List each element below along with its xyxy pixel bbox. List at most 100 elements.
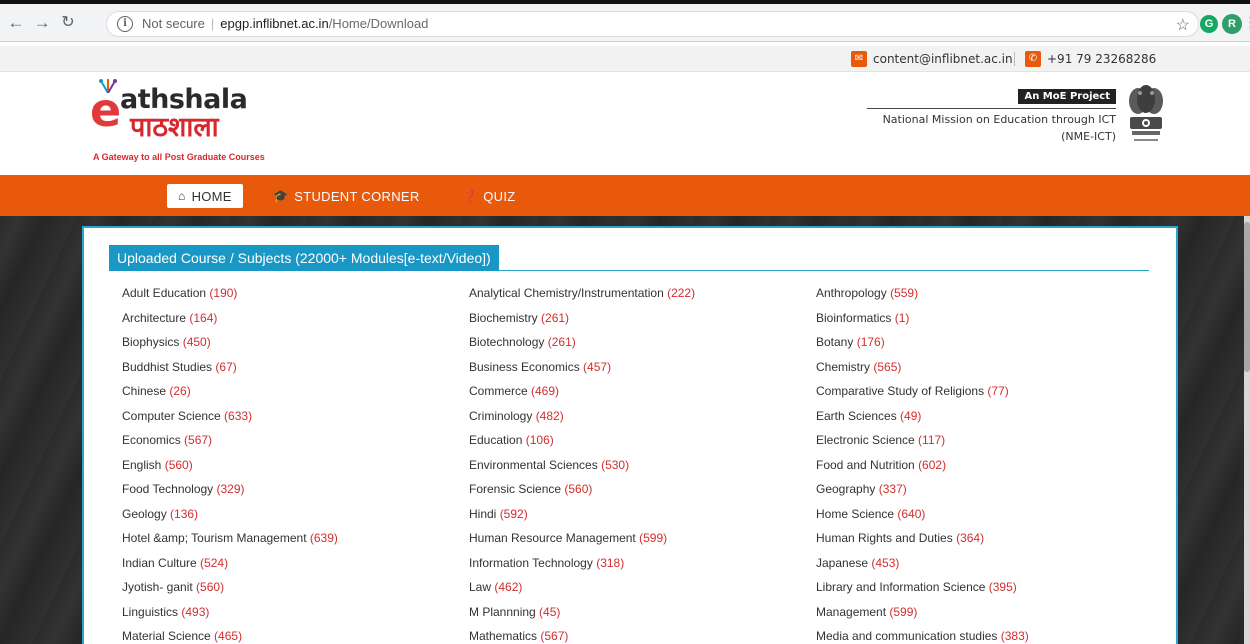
subject-count: (49) xyxy=(900,408,922,423)
subject-link[interactable]: Buddhist Studies (67) xyxy=(122,360,237,374)
subject-name: Environmental Sciences xyxy=(469,457,602,472)
subject-name: Botany xyxy=(816,335,857,349)
subject-link[interactable]: Earth Sciences (49) xyxy=(816,409,921,423)
subject-link[interactable]: Chemistry (565) xyxy=(816,360,901,374)
subject-link[interactable]: Comparative Study of Religions (77) xyxy=(816,384,1009,398)
subject-link[interactable]: Food Technology (329) xyxy=(122,482,245,496)
address-bar[interactable]: i Not secure | epgp.inflibnet.ac.in/Home/D… xyxy=(106,11,1199,37)
subject-link[interactable]: Jyotish- ganit (560) xyxy=(122,580,224,594)
subject-link[interactable]: Anthropology (559) xyxy=(816,286,918,300)
subject-name: Home Science xyxy=(816,506,898,521)
subject-link[interactable]: Education (106) xyxy=(469,433,554,447)
subject-link[interactable]: Mathematics (567) xyxy=(469,629,568,643)
subject-row: Biophysics (450) Biotechnology (261) Botan… xyxy=(122,335,1162,359)
subject-count: (639) xyxy=(309,531,338,545)
subjects-panel: Uploaded Course / Subjects (22000+ Modul… xyxy=(82,226,1178,644)
subject-link[interactable]: Human Rights and Duties (364) xyxy=(816,531,984,545)
nav-home[interactable]: ⌂ HOME xyxy=(167,184,243,208)
subject-count: (567) xyxy=(540,629,569,643)
forward-arrow-icon[interactable]: → xyxy=(32,13,52,33)
subject-link[interactable]: Economics (567) xyxy=(122,433,212,447)
graduation-cap-icon: 🎓 xyxy=(273,189,289,203)
subject-link[interactable]: Japanese (453) xyxy=(816,556,899,570)
subject-name: Human Resource Management xyxy=(469,531,640,545)
subject-link[interactable]: Home Science (640) xyxy=(816,507,925,521)
subject-name: Linguistics xyxy=(122,604,182,619)
profile-avatar[interactable]: R xyxy=(1222,14,1242,34)
subject-link[interactable]: Geography (337) xyxy=(816,482,907,496)
subject-name: Criminology xyxy=(469,408,536,423)
phone-text: +91 79 23268286 xyxy=(1047,52,1157,66)
subject-link[interactable]: Geology (136) xyxy=(122,507,198,521)
subject-name: Biotechnology xyxy=(469,335,548,349)
site-header: e athshala पाठशाला A Gateway to all Post… xyxy=(0,73,1250,175)
subject-row: English (560) Environmental Sciences (530… xyxy=(122,458,1162,482)
subject-link[interactable]: Human Resource Management (599) xyxy=(469,531,667,545)
address-text[interactable]: Not secure | epgp.inflibnet.ac.in/Home/Dow… xyxy=(142,16,428,31)
bookmark-star-icon[interactable]: ☆ xyxy=(1176,15,1190,35)
subject-link[interactable]: Information Technology (318) xyxy=(469,556,624,570)
subject-name: Japanese xyxy=(816,555,872,570)
mission-text: National Mission on Education through IC… xyxy=(883,111,1116,145)
subject-link[interactable]: Architecture (164) xyxy=(122,311,217,325)
contact-phone[interactable]: ✆ +91 79 23268286 xyxy=(1025,50,1156,68)
subject-link[interactable]: English (560) xyxy=(122,458,193,472)
subject-link[interactable]: Management (599) xyxy=(816,605,917,619)
subject-link[interactable]: Hotel &amp; Tourism Management (639) xyxy=(122,531,338,545)
subject-link[interactable]: Business Economics (457) xyxy=(469,360,611,374)
subject-link[interactable]: Adult Education (190) xyxy=(122,286,237,300)
reload-icon[interactable]: ↻ xyxy=(58,13,78,33)
subject-link[interactable]: Environmental Sciences (530) xyxy=(469,458,629,472)
subject-count: (640) xyxy=(897,506,926,521)
subject-link[interactable]: Chinese (26) xyxy=(122,384,191,398)
subject-count: (524) xyxy=(200,555,229,570)
question-circle-icon: ❓ xyxy=(462,189,478,203)
subject-link[interactable]: Electronic Science (117) xyxy=(816,433,945,447)
subject-row: Architecture (164) Biochemistry (261) Bioi… xyxy=(122,311,1162,335)
nav-quiz-label: QUIZ xyxy=(483,188,516,204)
scrollbar-thumb[interactable] xyxy=(1244,222,1250,372)
subject-link[interactable]: Hindi (592) xyxy=(469,507,528,521)
epathshala-logo[interactable]: e athshala पाठशाला xyxy=(90,79,330,149)
subject-link[interactable]: Food and Nutrition (602) xyxy=(816,458,946,472)
subject-count: (329) xyxy=(216,482,245,496)
subject-count: (592) xyxy=(499,506,528,521)
subject-link[interactable]: Forensic Science (560) xyxy=(469,482,592,496)
subject-count: (261) xyxy=(541,310,570,325)
subject-link[interactable]: Analytical Chemistry/Instrumentation (22… xyxy=(469,286,695,300)
subject-name: Mathematics xyxy=(469,629,541,643)
url-domain: epgp.inflibnet.ac.in xyxy=(220,16,329,31)
subject-link[interactable]: M Plannning (45) xyxy=(469,605,560,619)
more-menu-icon[interactable]: ⋮ xyxy=(1243,13,1250,31)
subject-link[interactable]: Biochemistry (261) xyxy=(469,311,569,325)
subject-link[interactable]: Criminology (482) xyxy=(469,409,564,423)
subject-name: Geology xyxy=(122,506,171,521)
subject-link[interactable]: Law (462) xyxy=(469,580,522,594)
subject-name: Media and communication studies xyxy=(816,629,1001,643)
subject-link[interactable]: Linguistics (493) xyxy=(122,605,209,619)
subject-link[interactable]: Material Science (465) xyxy=(122,629,242,643)
subject-count: (599) xyxy=(889,604,918,619)
contact-email[interactable]: ✉ content@inflibnet.ac.in xyxy=(851,50,1013,68)
subject-name: Architecture xyxy=(122,310,190,325)
subject-link[interactable]: Commerce (469) xyxy=(469,384,559,398)
nav-quiz[interactable]: ❓ QUIZ xyxy=(462,185,516,207)
subject-count: (383) xyxy=(1000,629,1029,643)
subject-link[interactable]: Biotechnology (261) xyxy=(469,335,576,349)
subject-name: Electronic Science xyxy=(816,433,919,447)
back-arrow-icon[interactable]: ← xyxy=(6,13,26,33)
subject-link[interactable]: Library and Information Science (395) xyxy=(816,580,1017,594)
subject-link[interactable]: Media and communication studies (383) xyxy=(816,629,1029,643)
subject-link[interactable]: Bioinformatics (1) xyxy=(816,311,909,325)
info-icon[interactable]: i xyxy=(117,16,133,32)
subject-count: (45) xyxy=(539,604,561,619)
subject-link[interactable]: Indian Culture (524) xyxy=(122,556,228,570)
subject-link[interactable]: Biophysics (450) xyxy=(122,335,211,349)
nav-student-corner[interactable]: 🎓 STUDENT CORNER xyxy=(273,185,420,207)
grammarly-extension-icon[interactable]: G xyxy=(1200,15,1218,33)
subject-name: M Plannning xyxy=(469,604,540,619)
subject-link[interactable]: Computer Science (633) xyxy=(122,409,252,423)
contact-divider xyxy=(1014,52,1015,66)
subject-count: (261) xyxy=(547,335,576,349)
subject-link[interactable]: Botany (176) xyxy=(816,335,885,349)
